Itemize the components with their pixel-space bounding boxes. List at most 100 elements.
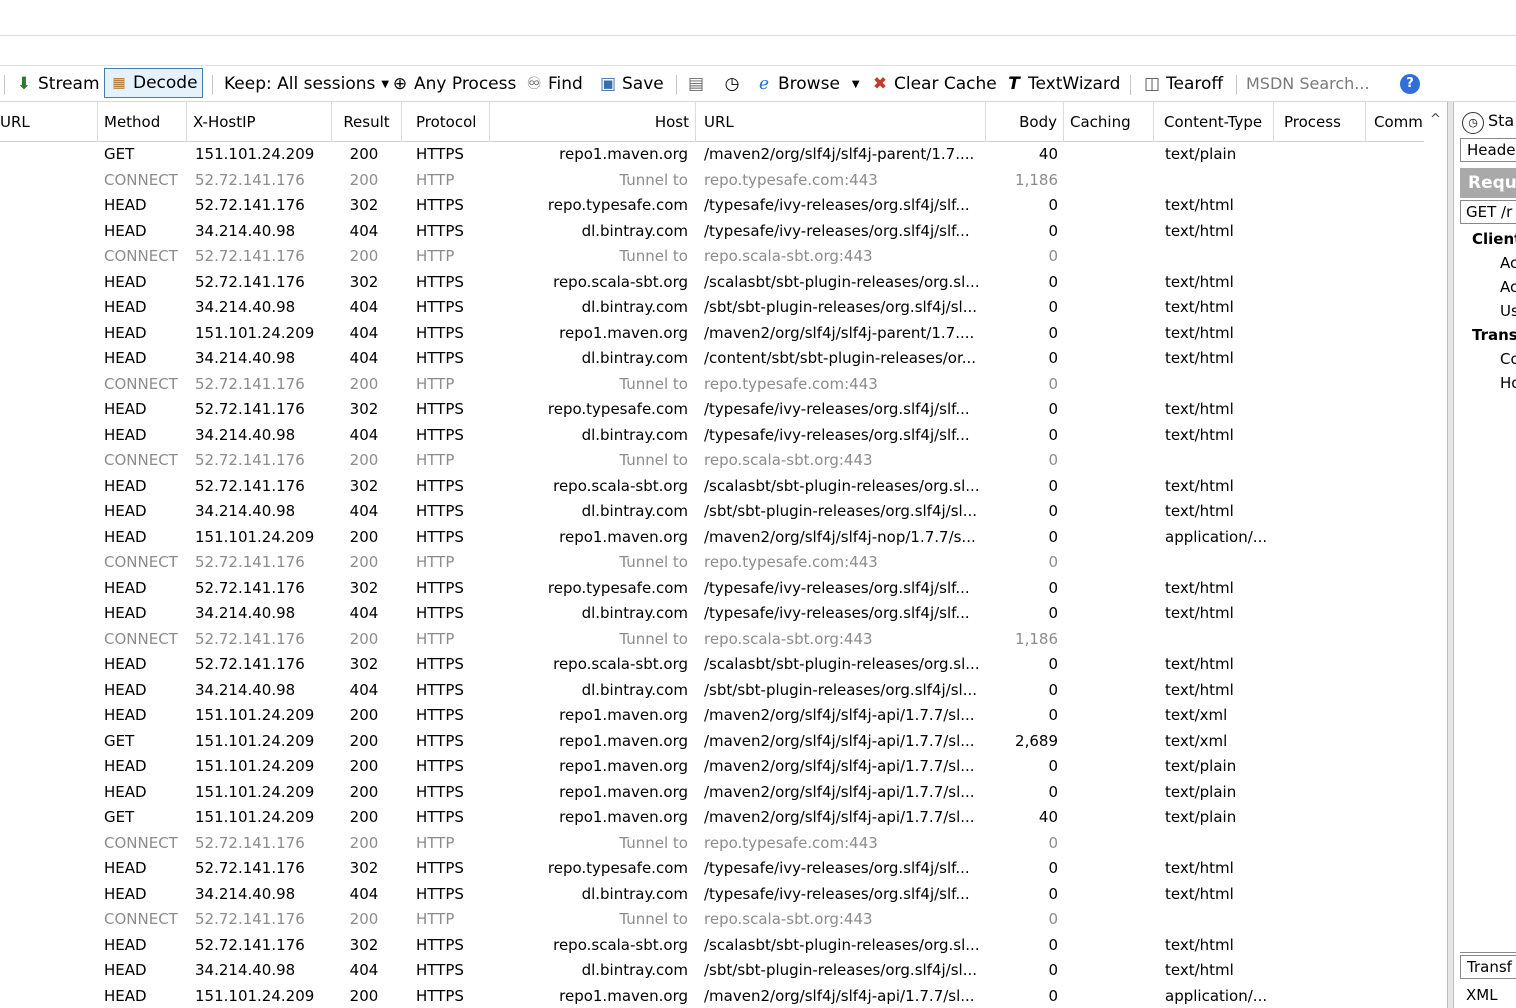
column-header-protocol[interactable]: Protocol	[402, 102, 490, 142]
column-header-method[interactable]: Method	[98, 102, 187, 142]
clear-cache-button[interactable]: ✖ Clear Cache	[870, 66, 997, 102]
table-row[interactable]: HEAD 52.72.141.176 302 HTTPS repo.typesafe.c…	[0, 397, 1447, 423]
timer-button[interactable]: ◷	[722, 66, 746, 102]
column-header-xhostip[interactable]: X-HostIP	[187, 102, 332, 142]
table-row[interactable]: HEAD 151.101.24.209 200 HTTPS repo1.maven.or…	[0, 703, 1447, 729]
cell-host: dl.bintray.com	[581, 961, 688, 979]
cell-body: 40	[1038, 808, 1058, 826]
msdn-search-input[interactable]: MSDN Search...	[1246, 72, 1384, 96]
header-item: Ac	[1500, 278, 1516, 296]
cell-protocol: HTTPS	[416, 706, 464, 724]
table-row[interactable]: HEAD 52.72.141.176 302 HTTPS repo.typesafe.c…	[0, 193, 1447, 219]
table-row[interactable]: HEAD 151.101.24.209 200 HTTPS repo1.maven.or…	[0, 525, 1447, 551]
cell-method: CONNECT	[104, 451, 178, 469]
column-header-host[interactable]: Host	[490, 102, 696, 142]
cell-url: repo.scala-sbt.org:443	[704, 247, 873, 265]
decode-button[interactable]: ▦ Decode	[104, 68, 203, 98]
table-row[interactable]: HEAD 52.72.141.176 302 HTTPS repo.scala-sbt.…	[0, 474, 1447, 500]
tearoff-icon: ◫	[1143, 74, 1161, 94]
column-header-process[interactable]: Process	[1274, 102, 1366, 142]
table-row[interactable]: HEAD 34.214.40.98 404 HTTPS dl.bintray.com/t…	[0, 219, 1447, 245]
column-header-caching[interactable]: Caching	[1064, 102, 1154, 142]
table-row[interactable]: HEAD 34.214.40.98 404 HTTPS dl.bintray.com/s…	[0, 499, 1447, 525]
cell-method: CONNECT	[104, 374, 178, 393]
table-row[interactable]: CONNECT 52.72.141.176 200 HTTP Tunnel to repo…	[0, 550, 1447, 576]
table-row[interactable]: HEAD 34.214.40.98 404 HTTPS dl.bintray.com/t…	[0, 423, 1447, 449]
table-row[interactable]: CONNECT 52.72.141.176 200 HTTP Tunnel to repo…	[0, 372, 1447, 398]
cell-xhost: 151.101.24.209	[195, 527, 315, 546]
table-row[interactable]: GET 151.101.24.209 200 HTTPS repo1.maven.org…	[0, 805, 1447, 831]
cell-result: 404	[349, 349, 379, 367]
column-header-result[interactable]: Result	[332, 102, 402, 142]
browse-button[interactable]: ℯ Browse ▼	[754, 66, 860, 102]
table-row[interactable]: CONNECT 52.72.141.176 200 HTTP Tunnel to repo…	[0, 831, 1447, 857]
table-row[interactable]: CONNECT 52.72.141.176 200 HTTP Tunnel to repo…	[0, 627, 1447, 653]
section-client[interactable]: Client	[1472, 230, 1516, 248]
table-row[interactable]: HEAD 52.72.141.176 302 HTTPS repo.scala-sbt.…	[0, 652, 1447, 678]
table-row[interactable]: CONNECT 52.72.141.176 200 HTTP Tunnel to repo…	[0, 168, 1447, 194]
toolbar-separator	[676, 75, 677, 95]
table-row[interactable]: HEAD 34.214.40.98 404 HTTPS dl.bintray.com/s…	[0, 678, 1447, 704]
cell-result: 302	[349, 578, 379, 597]
cell-ctype: text/html	[1165, 400, 1234, 418]
cell-xhost: 52.72.141.176	[195, 451, 305, 469]
table-row[interactable]: CONNECT 52.72.141.176 200 HTTP Tunnel to repo…	[0, 448, 1447, 474]
table-row[interactable]: HEAD 34.214.40.98 404 HTTPS dl.bintray.com/t…	[0, 601, 1447, 627]
textwizard-icon: T	[1008, 74, 1020, 94]
tab-transformer[interactable]: Transf	[1460, 955, 1516, 979]
screenshot-button[interactable]: ▤	[686, 66, 710, 102]
table-row[interactable]: HEAD 151.101.24.209 200 HTTPS repo1.maven.or…	[0, 754, 1447, 780]
table-row[interactable]: HEAD 34.214.40.98 404 HTTPS dl.bintray.com/s…	[0, 295, 1447, 321]
table-row[interactable]: HEAD 52.72.141.176 302 HTTPS repo.typesafe.c…	[0, 576, 1447, 602]
column-header-body[interactable]: Body	[986, 102, 1064, 142]
any-process-button[interactable]: ⊕ Any Process	[390, 66, 516, 102]
stream-button[interactable]: ⬇ Stream	[14, 66, 100, 102]
table-row[interactable]: HEAD 52.72.141.176 302 HTTPS repo.scala-sbt.…	[0, 933, 1447, 959]
table-row[interactable]: HEAD 52.72.141.176 302 HTTPS repo.scala-sbt.…	[0, 270, 1447, 296]
cell-protocol: HTTPS	[416, 986, 464, 1005]
table-row[interactable]: HEAD 151.101.24.209 200 HTTPS repo1.maven.or…	[0, 984, 1447, 1008]
textwizard-button[interactable]: T TextWizard	[1004, 66, 1120, 102]
column-header-url-left[interactable]: URL	[0, 102, 98, 142]
cell-body: 0	[1048, 323, 1058, 342]
find-button[interactable]: ♾ Find	[524, 66, 582, 102]
table-row[interactable]: CONNECT 52.72.141.176 200 HTTP Tunnel to repo…	[0, 907, 1447, 933]
table-row[interactable]: HEAD 34.214.40.98 404 HTTPS dl.bintray.com/c…	[0, 346, 1447, 372]
save-button[interactable]: ▣ Save	[598, 66, 664, 102]
table-row[interactable]: CONNECT 52.72.141.176 200 HTTP Tunnel to repo…	[0, 244, 1447, 270]
cell-xhost: 151.101.24.209	[195, 808, 315, 826]
tab-headers[interactable]: Header	[1460, 138, 1516, 162]
cell-xhost: 34.214.40.98	[195, 884, 296, 903]
toolbar-separator	[4, 75, 5, 95]
cell-host: repo1.maven.org	[559, 986, 688, 1005]
table-row[interactable]: HEAD 151.101.24.209 404 HTTPS repo1.maven.or…	[0, 321, 1447, 347]
section-transport[interactable]: Trans	[1472, 326, 1516, 344]
table-row[interactable]: GET 151.101.24.209 200 HTTPS repo1.maven.org…	[0, 142, 1447, 168]
column-header-content-type[interactable]: Content-Type	[1154, 102, 1274, 142]
cell-result: 302	[349, 476, 379, 495]
tab-xml[interactable]: XML	[1466, 986, 1498, 1004]
tearoff-button[interactable]: ◫ Tearoff	[1142, 66, 1223, 102]
table-row[interactable]: HEAD 52.72.141.176 302 HTTPS repo.typesafe.c…	[0, 856, 1447, 882]
crosshair-icon: ⊕	[392, 74, 408, 94]
scroll-up-icon[interactable]: ^	[1424, 102, 1447, 142]
panel-splitter[interactable]	[1447, 102, 1454, 1008]
cell-body: 0	[1048, 961, 1058, 979]
cell-url: /sbt/sbt-plugin-releases/org.slf4j/sl...	[704, 680, 978, 699]
tab-statistics[interactable]: ◷ Sta	[1462, 108, 1514, 134]
cell-body: 0	[1048, 680, 1058, 699]
cell-result: 200	[349, 986, 379, 1005]
column-header-url[interactable]: URL	[696, 102, 986, 142]
cell-ctype: text/html	[1165, 655, 1234, 673]
table-row[interactable]: HEAD 34.214.40.98 404 HTTPS dl.bintray.com/s…	[0, 958, 1447, 984]
keep-sessions-dropdown[interactable]: Keep: All sessions ▼	[224, 66, 389, 102]
table-row[interactable]: HEAD 34.214.40.98 404 HTTPS dl.bintray.com/t…	[0, 882, 1447, 908]
table-row[interactable]: HEAD 151.101.24.209 200 HTTPS repo1.maven.or…	[0, 780, 1447, 806]
cell-method: HEAD	[104, 272, 147, 291]
cell-url: /typesafe/ivy-releases/org.slf4j/slf...	[704, 221, 970, 240]
help-icon[interactable]: ?	[1400, 74, 1420, 94]
cell-url: repo.scala-sbt.org:443	[704, 629, 873, 648]
column-header-comments[interactable]: Comm	[1366, 102, 1424, 142]
cell-xhost: 52.72.141.176	[195, 629, 305, 648]
table-row[interactable]: GET 151.101.24.209 200 HTTPS repo1.maven.org…	[0, 729, 1447, 755]
